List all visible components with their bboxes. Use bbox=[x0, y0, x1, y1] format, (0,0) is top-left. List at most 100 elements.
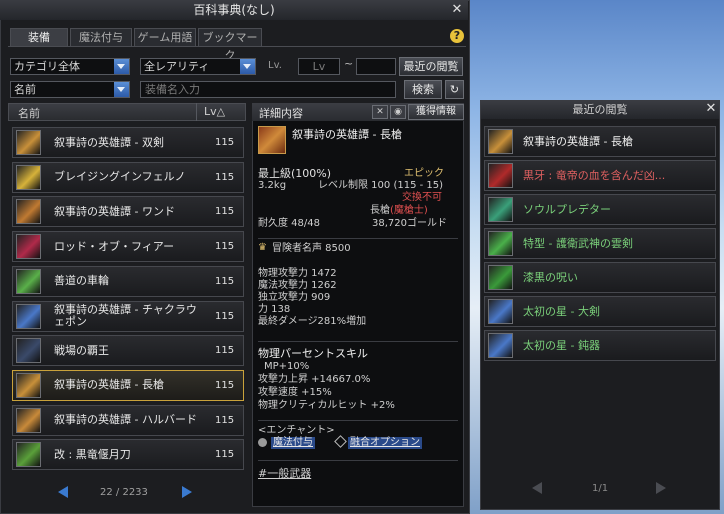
sort-dropdown[interactable]: 名前 bbox=[10, 81, 130, 98]
recent-list-item[interactable]: 特型 - 護衛武神の雲剣 bbox=[484, 228, 716, 259]
level-min-input[interactable]: Lv bbox=[298, 58, 340, 75]
item-icon bbox=[16, 372, 41, 398]
column-lv-header[interactable]: Lv△ bbox=[204, 105, 225, 118]
divider bbox=[258, 420, 458, 421]
list-item[interactable]: 善道の車輪 115 bbox=[12, 265, 244, 297]
list-item[interactable]: 叙事詩の英雄譚 - チャクラウェポン 115 bbox=[12, 300, 244, 332]
next-page-icon[interactable] bbox=[182, 486, 192, 498]
eye-icon[interactable]: ◉ bbox=[390, 105, 406, 119]
level-max-input[interactable] bbox=[356, 58, 396, 75]
item-icon bbox=[16, 407, 41, 433]
prev-page-icon[interactable] bbox=[58, 486, 68, 498]
item-level: 115 bbox=[215, 241, 235, 253]
tab-bookmark[interactable]: ブックマーク bbox=[198, 28, 262, 62]
item-icon bbox=[488, 265, 513, 290]
category-tag-link[interactable]: #一般武器 bbox=[258, 465, 311, 481]
item-level: 115 bbox=[215, 449, 235, 461]
item-icon bbox=[488, 299, 513, 324]
recent-view-title: 最近の閲覧 bbox=[481, 101, 719, 119]
stat-independent-attack: 独立攻撃力 909 bbox=[258, 292, 331, 303]
recent-list-item[interactable]: ソウルプレデター bbox=[484, 194, 716, 225]
stat-physical-attack: 物理攻撃力 1472 bbox=[258, 268, 337, 279]
item-icon bbox=[16, 199, 41, 225]
item-icon bbox=[488, 129, 513, 154]
chevron-down-icon bbox=[114, 82, 129, 97]
skill-line: 攻撃速度 +15% bbox=[258, 387, 332, 398]
close-icon[interactable]: ✕ bbox=[704, 100, 718, 118]
item-weight: 3.2kg bbox=[258, 180, 287, 191]
list-item[interactable]: 叙事詩の英雄譚 - ハルバード 115 bbox=[12, 404, 244, 436]
chevron-down-icon bbox=[114, 59, 129, 74]
list-item[interactable]: 改 : 黒竜偃月刀 115 bbox=[12, 439, 244, 471]
item-level: 115 bbox=[215, 414, 235, 426]
item-icon bbox=[16, 338, 41, 364]
skill-line: MP+10% bbox=[264, 361, 310, 372]
item-level: 115 bbox=[215, 379, 235, 391]
item-name: 特型 - 護衛武神の雲剣 bbox=[523, 237, 633, 250]
window-title: 百科事典(なし) bbox=[0, 0, 468, 20]
list-item[interactable]: ブレイジングインフェルノ 115 bbox=[12, 161, 244, 193]
compare-icon[interactable]: ✕ bbox=[372, 105, 388, 119]
column-name-header[interactable]: 名前 bbox=[18, 105, 40, 121]
search-button[interactable]: 検索 bbox=[404, 80, 442, 99]
stat-final-damage: 最終ダメージ281%増加 bbox=[258, 316, 367, 327]
list-item[interactable]: 叙事詩の英雄譚 - ワンド 115 bbox=[12, 196, 244, 228]
item-name: ソウルプレデター bbox=[523, 203, 611, 216]
item-name: 叙事詩の英雄譚 - 双剣 bbox=[54, 135, 164, 149]
sort-value: 名前 bbox=[14, 83, 36, 96]
tab-enchant[interactable]: 魔法付与 bbox=[70, 28, 132, 46]
close-icon[interactable]: ✕ bbox=[450, 0, 464, 20]
item-icon bbox=[16, 442, 41, 468]
item-name: 戦場の覇王 bbox=[54, 343, 109, 357]
item-icon bbox=[488, 197, 513, 222]
fusion-option-link[interactable]: 融合オプション bbox=[348, 437, 422, 449]
item-name: 太初の星 - 鈍器 bbox=[523, 339, 600, 352]
rarity-dropdown[interactable]: 全レアリティ bbox=[140, 58, 256, 75]
equipment-name-input[interactable]: 装備名入力 bbox=[140, 81, 396, 98]
item-icon bbox=[488, 231, 513, 256]
list-item[interactable]: 叙事詩の英雄譚 - 長槍 115 bbox=[12, 369, 244, 401]
divider bbox=[258, 238, 458, 239]
enchant-option-link[interactable]: 魔法付与 bbox=[271, 437, 315, 449]
item-icon bbox=[16, 164, 41, 190]
item-trade-status: 交換不可 bbox=[402, 192, 442, 203]
item-durability: 耐久度 48/48 bbox=[258, 218, 320, 229]
item-icon bbox=[16, 234, 41, 260]
item-type: 長槍(魔槍士) bbox=[370, 205, 428, 216]
item-fame: 冒険者名声 8500 bbox=[272, 243, 351, 254]
list-page-indicator: 22 / 2233 bbox=[100, 487, 148, 498]
list-item[interactable]: 戦場の覇王 115 bbox=[12, 335, 244, 367]
chevron-down-icon bbox=[240, 59, 255, 74]
help-icon[interactable]: ? bbox=[450, 29, 464, 43]
divider bbox=[258, 460, 458, 461]
item-type-class: (魔槍士) bbox=[390, 205, 428, 216]
list-item[interactable]: 叙事詩の英雄譚 - 双剣 115 bbox=[12, 127, 244, 158]
item-level: 115 bbox=[215, 206, 235, 218]
next-page-icon[interactable] bbox=[656, 482, 666, 494]
recent-view-button[interactable]: 最近の閲覧 bbox=[399, 57, 463, 76]
item-level: 115 bbox=[215, 171, 235, 183]
tab-equipment[interactable]: 装備 bbox=[10, 28, 68, 46]
item-icon bbox=[488, 333, 513, 358]
stat-magic-attack: 魔法攻撃力 1262 bbox=[258, 280, 337, 291]
recent-list-item[interactable]: 叙事詩の英雄譚 - 長槍 bbox=[484, 126, 716, 157]
item-grade: 最上級(100%) bbox=[258, 167, 332, 180]
refresh-icon[interactable]: ↻ bbox=[445, 80, 464, 99]
recent-list-item[interactable]: 黒牙 : 竜帝の血を含んだ凶... bbox=[484, 160, 716, 191]
item-level: 115 bbox=[215, 310, 235, 322]
recent-list-item[interactable]: 太初の星 - 大剣 bbox=[484, 296, 716, 327]
recent-list-item[interactable]: 太初の星 - 鈍器 bbox=[484, 330, 716, 361]
item-name: 漆黒の呪い bbox=[523, 271, 578, 284]
acquire-info-button[interactable]: 獲得情報 bbox=[408, 104, 464, 120]
item-icon bbox=[16, 268, 41, 294]
level-range-separator: ~ bbox=[344, 57, 354, 70]
tab-game-terms[interactable]: ゲーム用語 bbox=[134, 28, 196, 46]
recent-list-item[interactable]: 漆黒の呪い bbox=[484, 262, 716, 293]
item-price: 38,720ゴールド bbox=[372, 218, 447, 229]
prev-page-icon[interactable] bbox=[532, 482, 542, 494]
category-dropdown[interactable]: カテゴリ全体 bbox=[10, 58, 130, 75]
skill-title: 物理パーセントスキル bbox=[258, 347, 368, 360]
item-name: 叙事詩の英雄譚 - チャクラウェポン bbox=[54, 303, 197, 328]
tab-divider bbox=[8, 46, 466, 47]
list-item[interactable]: ロッド・オブ・フィアー 115 bbox=[12, 231, 244, 263]
